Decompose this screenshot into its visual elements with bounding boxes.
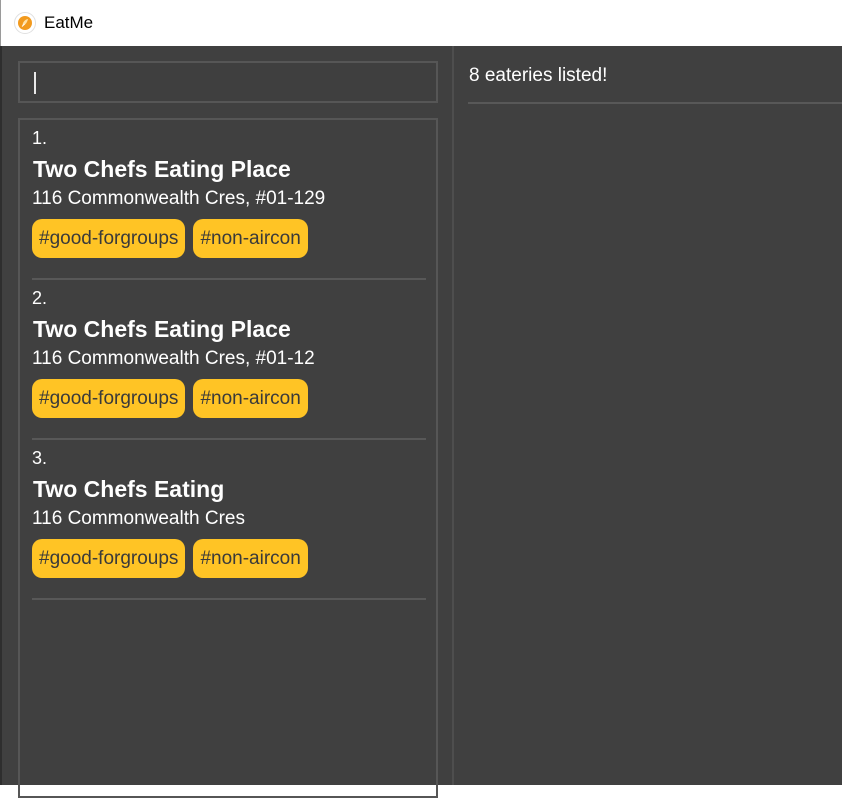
eatery-index: 2.	[32, 288, 48, 308]
window-title: EatMe	[44, 13, 94, 32]
tag-list: #good-forgroups #non-aircon	[32, 379, 308, 418]
tag-badge: #good-forgroups	[32, 219, 186, 258]
app-window: EatMe 1. Two Chefs Eating Place 116 Comm…	[0, 0, 842, 798]
eatery-name: Two Chefs Eating	[33, 476, 225, 502]
eatme-app-icon	[14, 12, 36, 34]
command-input[interactable]	[18, 61, 438, 103]
tag-badge: #non-aircon	[193, 379, 308, 418]
tag-list: #good-forgroups #non-aircon	[32, 219, 308, 258]
left-pane: 1. Two Chefs Eating Place 116 Commonweal…	[2, 46, 452, 798]
main-content: 1. Two Chefs Eating Place 116 Commonweal…	[0, 46, 842, 798]
result-display: 8 eateries listed!	[469, 65, 608, 86]
tag-list: #good-forgroups #non-aircon	[32, 539, 308, 578]
eatery-address: 116 Commonwealth Cres, #01-129	[32, 188, 326, 209]
tag-badge: #good-forgroups	[32, 539, 186, 578]
eatery-card[interactable]: 1. Two Chefs Eating Place 116 Commonweal…	[32, 120, 426, 280]
tag-badge: #non-aircon	[193, 539, 308, 578]
result-separator	[468, 102, 842, 104]
eatery-card[interactable]: 3. Two Chefs Eating 116 Commonwealth Cre…	[32, 440, 426, 600]
eatery-address: 116 Commonwealth Cres, #01-12	[32, 348, 315, 369]
tag-badge: #non-aircon	[193, 219, 308, 258]
tag-badge: #good-forgroups	[32, 379, 186, 418]
eatery-list-panel[interactable]: 1. Two Chefs Eating Place 116 Commonweal…	[18, 118, 438, 798]
eatery-name: Two Chefs Eating Place	[33, 316, 291, 342]
eatery-card[interactable]: 2. Two Chefs Eating Place 116 Commonweal…	[32, 280, 426, 440]
right-pane: 8 eateries listed!	[454, 46, 842, 785]
eatery-name: Two Chefs Eating Place	[33, 156, 291, 182]
title-bar[interactable]: EatMe	[0, 0, 842, 46]
text-caret	[34, 72, 36, 94]
eatery-index: 3.	[32, 448, 48, 468]
eatery-address: 116 Commonwealth Cres	[32, 508, 245, 529]
eatery-index: 1.	[32, 128, 48, 148]
